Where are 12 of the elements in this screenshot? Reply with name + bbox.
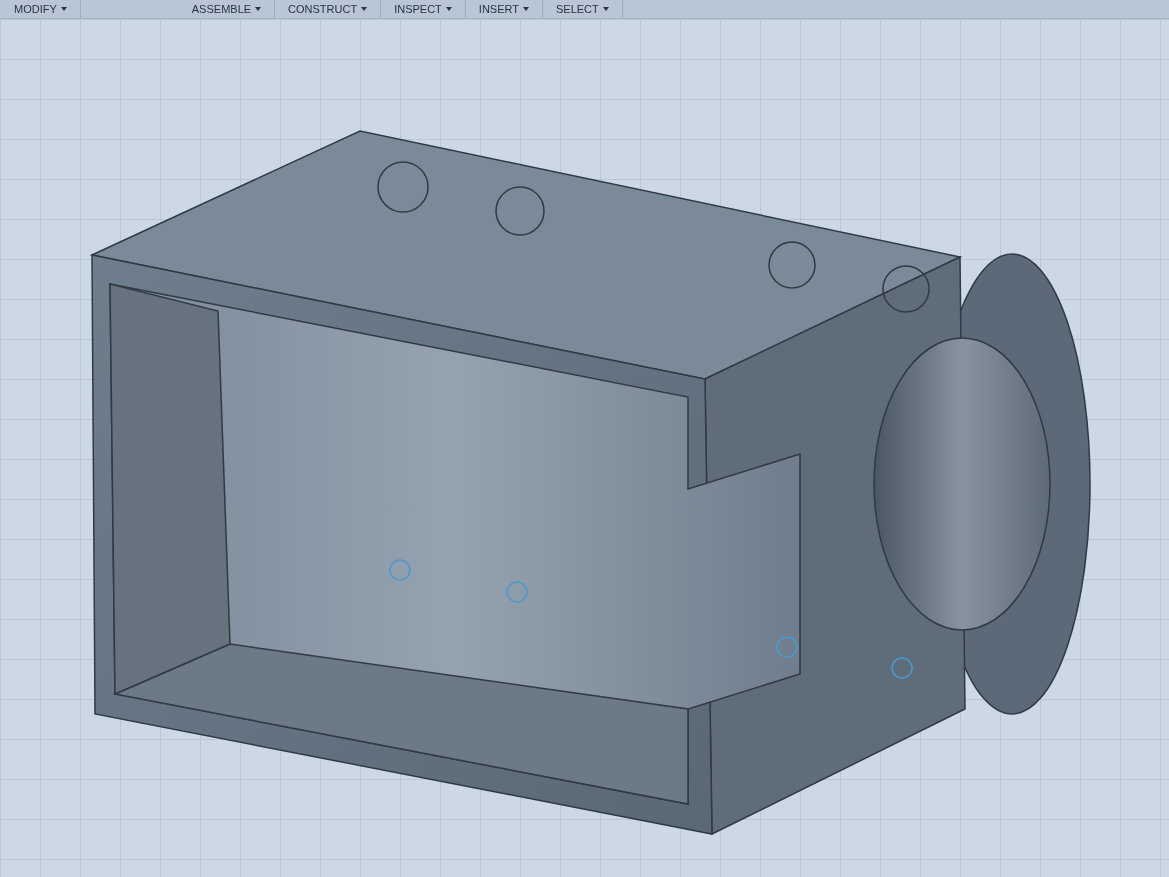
menu-button[interactable]: SELECT <box>543 0 623 18</box>
menu-button[interactable]: ASSEMBLE <box>178 0 276 18</box>
menu-button[interactable]: MODIFY <box>0 0 81 18</box>
caret-icon <box>602 7 609 11</box>
caret-icon <box>523 7 529 11</box>
caret-icon <box>361 7 368 11</box>
caret-icon <box>60 7 67 11</box>
caret-icon <box>445 7 452 11</box>
menu-button[interactable]: INSERT <box>465 0 543 18</box>
menu-button[interactable]: INSPECT <box>381 0 466 18</box>
menu-button[interactable]: CONSTRUCT <box>275 0 382 18</box>
caret-icon <box>255 7 262 11</box>
